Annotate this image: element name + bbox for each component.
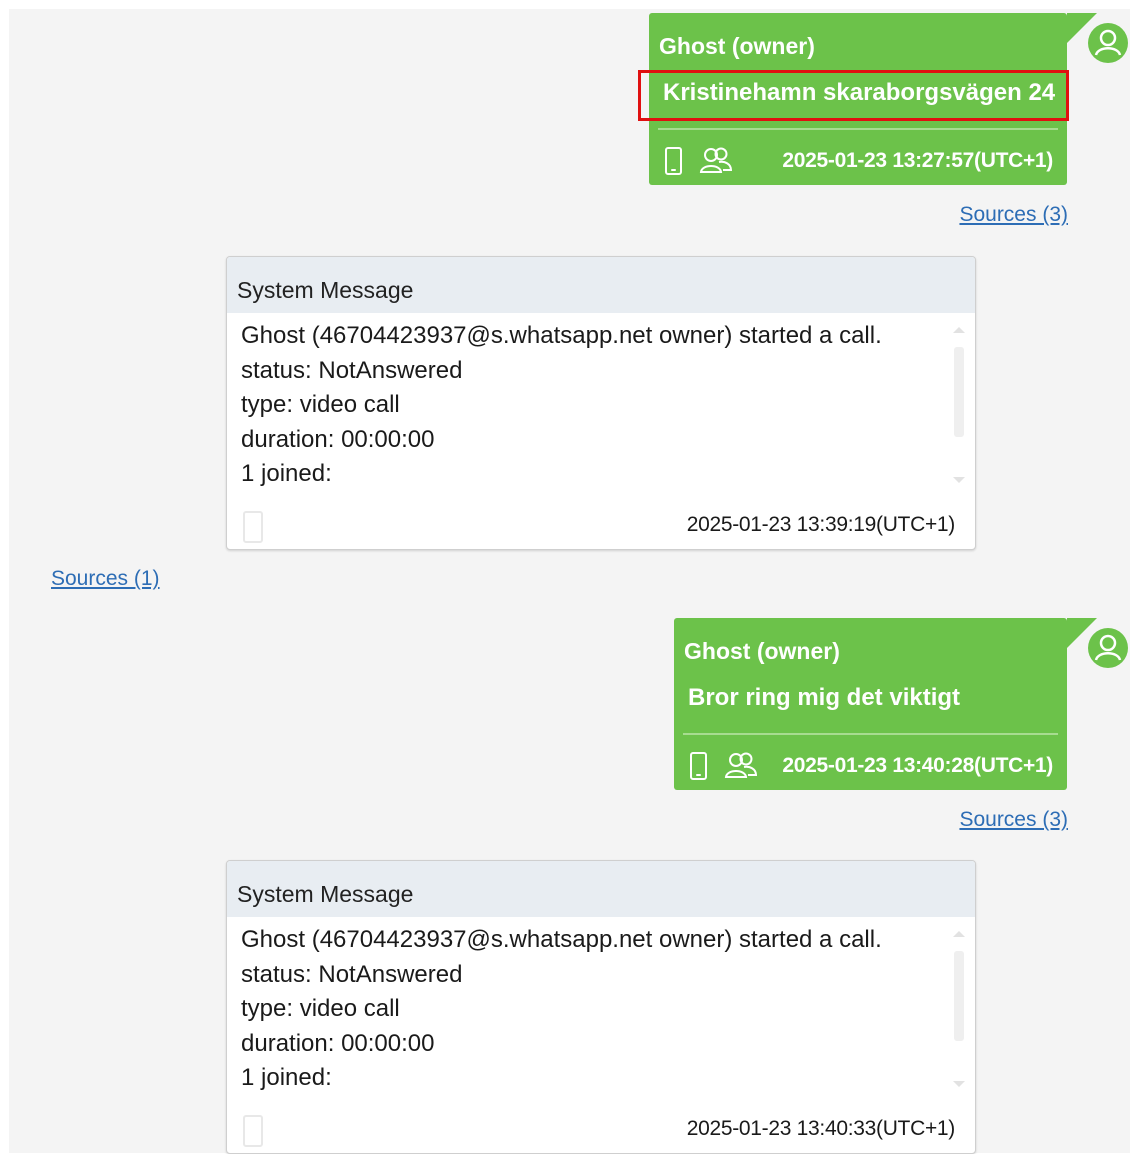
scroll-thumb[interactable] (954, 951, 964, 1041)
system-message-card[interactable]: System Message Ghost (46704423937@s.what… (226, 256, 976, 550)
call-type-line: type: video call (241, 391, 400, 418)
phone-icon (243, 1115, 263, 1147)
highlight-box (638, 70, 1069, 121)
message-sender: Ghost (owner) (684, 638, 840, 664)
message-meta: 2025-01-23 13:40:28(UTC+1) (674, 742, 1067, 790)
message-timestamp: 2025-01-23 13:40:33(UTC+1) (686, 1117, 956, 1140)
call-type-line: type: video call (241, 995, 400, 1022)
scroll-up-arrow-icon[interactable] (953, 327, 965, 333)
user-avatar-icon (1088, 23, 1128, 63)
phone-icon (243, 511, 263, 543)
bubble-divider (683, 733, 1058, 735)
sources-link[interactable]: Sources (1) (51, 567, 160, 591)
bubble-divider (658, 128, 1058, 130)
scroll-down-arrow-icon[interactable] (953, 1081, 965, 1087)
message-timestamp: 2025-01-23 13:39:19(UTC+1) (686, 513, 956, 536)
call-initiator-line: Ghost (46704423937@s.whatsapp.net owner)… (241, 322, 882, 349)
group-chat-icon (699, 147, 733, 173)
message-timestamp: 2025-01-23 13:40:28(UTC+1) (782, 754, 1053, 777)
call-initiator-line: Ghost (46704423937@s.whatsapp.net owner)… (241, 926, 882, 953)
scrollbar[interactable] (953, 931, 965, 1087)
call-status-line: status: NotAnswered (241, 356, 463, 384)
phone-icon (665, 147, 682, 175)
user-avatar-icon (1088, 628, 1128, 668)
call-joined-line: 1 joined: (241, 1064, 332, 1091)
system-message-body: Ghost (46704423937@s.whatsapp.net owner)… (241, 319, 935, 489)
system-message-body: Ghost (46704423937@s.whatsapp.net owner)… (241, 923, 935, 1093)
call-duration-line: duration: 00:00:00 (241, 1029, 435, 1057)
outgoing-message-bubble[interactable]: Ghost (owner) Bror ring mig det viktigt … (674, 618, 1097, 790)
scrollbar[interactable] (953, 327, 965, 483)
phone-icon (690, 752, 707, 780)
message-text: Bror ring mig det viktigt (688, 684, 961, 711)
message-sender: Ghost (owner) (659, 33, 815, 59)
call-duration-line: duration: 00:00:00 (241, 425, 435, 453)
sources-link[interactable]: Sources (3) (959, 203, 1068, 227)
message-meta: 2025-01-23 13:27:57(UTC+1) (649, 137, 1067, 185)
scroll-down-arrow-icon[interactable] (953, 477, 965, 483)
call-joined-line: 1 joined: (241, 460, 332, 487)
message-timestamp: 2025-01-23 13:27:57(UTC+1) (782, 149, 1053, 172)
sources-link[interactable]: Sources (3) (959, 808, 1068, 832)
scroll-up-arrow-icon[interactable] (953, 931, 965, 937)
scroll-thumb[interactable] (954, 347, 964, 437)
system-message-header: System Message (227, 861, 975, 917)
system-message-card[interactable]: System Message Ghost (46704423937@s.what… (226, 860, 976, 1154)
group-chat-icon (724, 752, 758, 778)
call-status-line: status: NotAnswered (241, 960, 463, 988)
system-message-header: System Message (227, 257, 975, 313)
